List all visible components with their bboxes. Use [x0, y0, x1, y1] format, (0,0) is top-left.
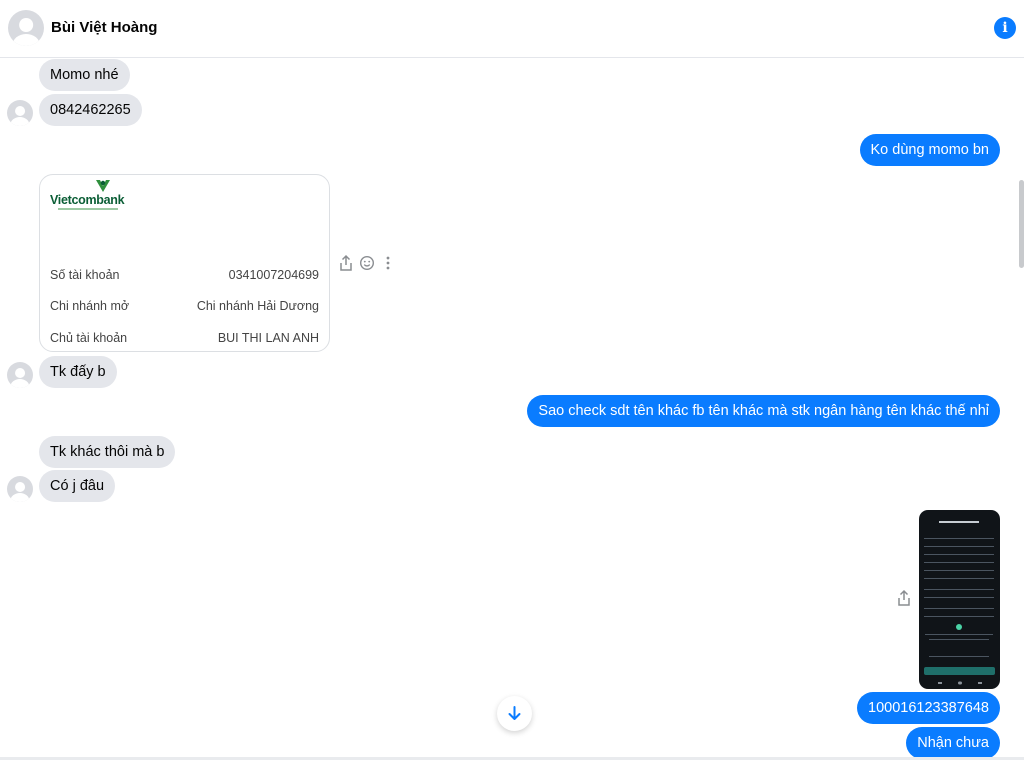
vietcombank-logo: Vietcombank: [50, 179, 130, 213]
row-label: Chi nhánh mở: [50, 299, 130, 313]
message-outgoing[interactable]: 100016123387648: [857, 692, 1000, 724]
emoji-icon[interactable]: [359, 254, 375, 272]
scroll-to-bottom-button[interactable]: [497, 696, 532, 731]
sender-avatar[interactable]: [7, 362, 33, 388]
bank-account-card[interactable]: Vietcombank Số tài khoản 0341007204699 C…: [39, 174, 330, 352]
account-holder-row: Chủ tài khoản BUI THI LAN ANH: [50, 331, 319, 347]
message-incoming[interactable]: Có j đâu: [39, 470, 116, 502]
row-value: Chi nhánh Hải Dương: [196, 299, 319, 313]
bank-name: Vietcombank: [50, 193, 125, 207]
bank-emblem-icon: [96, 180, 110, 192]
arrow-down-icon: [508, 706, 521, 720]
message-incoming[interactable]: 0842462265: [39, 94, 142, 126]
message-incoming[interactable]: Tk đấy b: [39, 356, 117, 388]
sender-avatar[interactable]: [7, 476, 33, 502]
chat-header: Bùi Việt Hoàng i: [0, 0, 1024, 58]
share-icon[interactable]: [338, 254, 354, 272]
phone-nav-bar-icon: [938, 681, 982, 685]
contact-name[interactable]: Bùi Việt Hoàng: [51, 19, 157, 36]
account-number-row: Số tài khoản 0341007204699: [50, 268, 319, 284]
row-label: Số tài khoản: [50, 268, 120, 282]
message-outgoing[interactable]: Ko dùng momo bn: [859, 134, 1000, 166]
message-outgoing[interactable]: Sao check sdt tên khác fb tên khác mà st…: [527, 395, 1000, 427]
row-value: BUI THI LAN ANH: [217, 331, 319, 345]
branch-row: Chi nhánh mở Chi nhánh Hải Dương: [50, 299, 319, 315]
message-incoming[interactable]: Momo nhé: [39, 59, 130, 91]
more-vertical-icon[interactable]: [380, 254, 396, 272]
info-icon[interactable]: i: [994, 17, 1016, 39]
message-actions: [338, 254, 398, 272]
row-label: Chủ tài khoản: [50, 331, 128, 345]
sender-avatar[interactable]: [7, 100, 33, 126]
status-dot-icon: [956, 624, 962, 630]
share-icon[interactable]: [896, 589, 912, 607]
row-value: 0341007204699: [228, 268, 319, 282]
message-incoming[interactable]: Tk khác thôi mà b: [39, 436, 176, 468]
scrollbar-thumb[interactable]: [1019, 180, 1024, 268]
contact-avatar[interactable]: [8, 10, 44, 46]
message-outgoing[interactable]: Nhận chưa: [906, 727, 1000, 759]
screenshot-image-attachment[interactable]: [919, 510, 1000, 689]
default-avatar-icon: [19, 17, 33, 32]
